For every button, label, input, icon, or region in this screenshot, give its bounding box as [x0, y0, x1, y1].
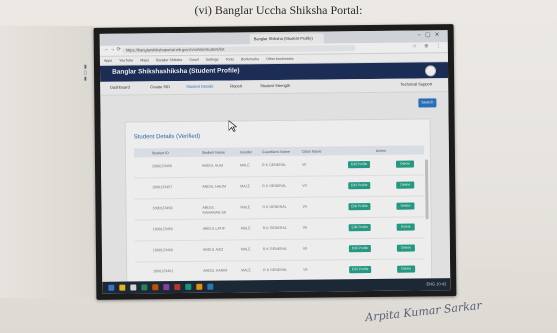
nav-student-details[interactable]: Student Details [186, 84, 213, 89]
technical-support-link[interactable]: Technical Support [400, 81, 432, 86]
cell-student-id: 1000123457 [152, 185, 173, 190]
col-class: Class Name [301, 149, 322, 154]
system-tray: ENG 10:42 [426, 281, 447, 287]
bookmark-item[interactable]: Bookmarks [241, 57, 259, 61]
url-field[interactable]: https://banglarshikshaportal.wb.gov.in/o… [121, 45, 356, 54]
toolbar-icons[interactable]: ☆ ⊕ ⋮ [412, 43, 444, 49]
table-row: 1000123458 ABDUL RAHAMAN SK MALE R K GENERA… [134, 198, 425, 221]
panel-title: Student Details (Verified) [133, 133, 201, 141]
taskbar-app-icon[interactable] [141, 284, 148, 291]
search-button[interactable]: Search [418, 98, 437, 108]
cell-student-id: 1000123461 [153, 269, 174, 274]
cell-student-name: ABDUL HALIM [202, 184, 227, 189]
cell-student-name: ABDUL LATIF [202, 226, 226, 231]
scrollbar[interactable] [424, 159, 429, 220]
delete-button[interactable]: Delete [395, 160, 415, 168]
bookmark-item[interactable]: Maps [140, 58, 149, 62]
bookmark-item[interactable]: Apps [104, 59, 112, 63]
edit-profile-button[interactable]: Edit Profile [347, 161, 371, 169]
cell-student-name: ABDUL AZIZ [202, 247, 224, 252]
taskbar-app-icon[interactable] [108, 284, 115, 291]
col-student-id: Student ID [151, 150, 169, 155]
cell-class: VII [302, 162, 307, 167]
taskbar-app-icon[interactable] [130, 284, 137, 291]
cell-guardian: R K GENERAL [262, 204, 287, 210]
delete-button[interactable]: Delete [396, 181, 415, 189]
bookmark-item[interactable]: Banglar Shiksha [156, 58, 182, 62]
side-icons: ▮ ▯ ▮ [84, 64, 87, 82]
windows-taskbar: ENG 10:42 [102, 278, 451, 294]
table-header: Student ID Student Name Gender Guardian'… [133, 145, 424, 158]
cell-guardian: R K GENERAL [262, 246, 288, 252]
cell-student-id: 1000123458 [152, 206, 173, 211]
delete-button[interactable]: Delete [396, 244, 415, 252]
taskbar-app-icon[interactable] [174, 283, 181, 291]
table-row: 1000123460 ABDUL AZIZ MALE R K GENERAL VII Ed… [134, 240, 426, 263]
cell-guardian: R K GENERAL [262, 162, 287, 168]
bookmark-item[interactable]: Tools [226, 57, 234, 61]
delete-button[interactable]: Delete [396, 223, 415, 231]
document-heading: (vi) Banglar Uccha Shiksha Portal: [194, 3, 363, 17]
bookmark-item[interactable]: YouTube [119, 58, 133, 62]
bookmark-item[interactable]: Gmail [189, 58, 198, 62]
nav-report[interactable]: Report [230, 83, 242, 88]
edit-profile-button[interactable]: Edit Profile [348, 224, 371, 232]
cell-student-name: ABDUL ALIM [202, 163, 224, 168]
cell-guardian: R K GENERAL [263, 267, 288, 273]
user-avatar-icon[interactable] [424, 65, 437, 77]
taskbar-app-icon[interactable] [207, 283, 214, 290]
edit-profile-button[interactable]: Edit Profile [348, 245, 371, 253]
table-row: 1000123456 ABDUL ALIM MALE R K GENERAL VII Ed… [133, 156, 425, 179]
cell-class: VII [302, 225, 308, 230]
cell-student-name: ABDUL RAHAMAN SK [202, 205, 227, 215]
col-guardian: Guardian's Name [261, 149, 290, 154]
taskbar-app-icon[interactable] [152, 284, 159, 291]
edit-profile-button[interactable]: Edit Profile [348, 203, 371, 211]
app-title: Banglar Shikshashiksha (Student Profile) [112, 67, 240, 76]
taskbar-app-icon[interactable] [185, 283, 192, 290]
browser-window: Banglar Shiksha (Student Profile) –▢✕ ← … [99, 30, 451, 294]
cell-gender: MALE [240, 163, 250, 168]
cell-student-id: 1000123459 [152, 227, 173, 232]
student-details-panel: Student Details (Verified) Student ID St… [124, 118, 433, 292]
edit-profile-button[interactable]: Edit Profile [349, 265, 372, 274]
cell-gender: MALE [240, 184, 251, 189]
window-controls[interactable]: –▢✕ [418, 31, 444, 38]
taskbar-app-icon[interactable] [196, 283, 203, 290]
cell-class: VII [302, 246, 308, 251]
table-row: 1000123457 ABDUL HALIM MALE R K GENERAL VII E… [134, 177, 425, 200]
table-row: 1000123459 ABDUL LATIF MALE R K GENERAL VII E… [134, 219, 425, 242]
cell-gender: MALE [240, 205, 251, 210]
nav-student-strength[interactable]: Student Strength [260, 83, 290, 88]
bookmark-item[interactable]: Other bookmarks [266, 57, 294, 61]
col-gender: Gender [239, 149, 252, 154]
monitor-frame: Banglar Shiksha (Student Profile) –▢✕ ← … [93, 24, 457, 300]
bookmark-item[interactable]: Settings [206, 58, 219, 62]
cell-gender: MALE [241, 268, 251, 273]
main-content: Search Student Details (Verified) Studen… [100, 92, 451, 292]
col-student-name: Student Name [201, 150, 225, 155]
cell-guardian: R K GENERAL [262, 183, 287, 189]
cell-student-id: 1000123460 [152, 248, 173, 253]
cell-gender: MALE [240, 226, 251, 231]
cell-gender: MALE [240, 247, 251, 252]
delete-button[interactable]: Delete [396, 202, 415, 210]
mouse-cursor-icon [228, 120, 237, 132]
nav-dashboard[interactable]: Dashboard [110, 85, 130, 90]
edit-profile-button[interactable]: Edit Profile [348, 182, 371, 190]
col-action: Action [375, 148, 386, 153]
desk-shadow [0, 26, 95, 298]
taskbar-app-icon[interactable] [119, 284, 126, 291]
taskbar-app-icon[interactable] [163, 284, 170, 291]
delete-button[interactable]: Delete [397, 265, 416, 273]
cell-class: VII [302, 183, 307, 188]
cell-student-name: ABDUL KARIM [203, 268, 228, 273]
cell-class: VII [302, 204, 307, 209]
nav-arrows-icon[interactable]: ← → ⟳ [104, 47, 121, 53]
cell-guardian: R K GENERAL [262, 225, 287, 231]
cell-class: VII [303, 267, 308, 272]
cell-student-id: 1000123456 [152, 164, 173, 169]
nav-create-sid[interactable]: Create SID [150, 84, 170, 89]
